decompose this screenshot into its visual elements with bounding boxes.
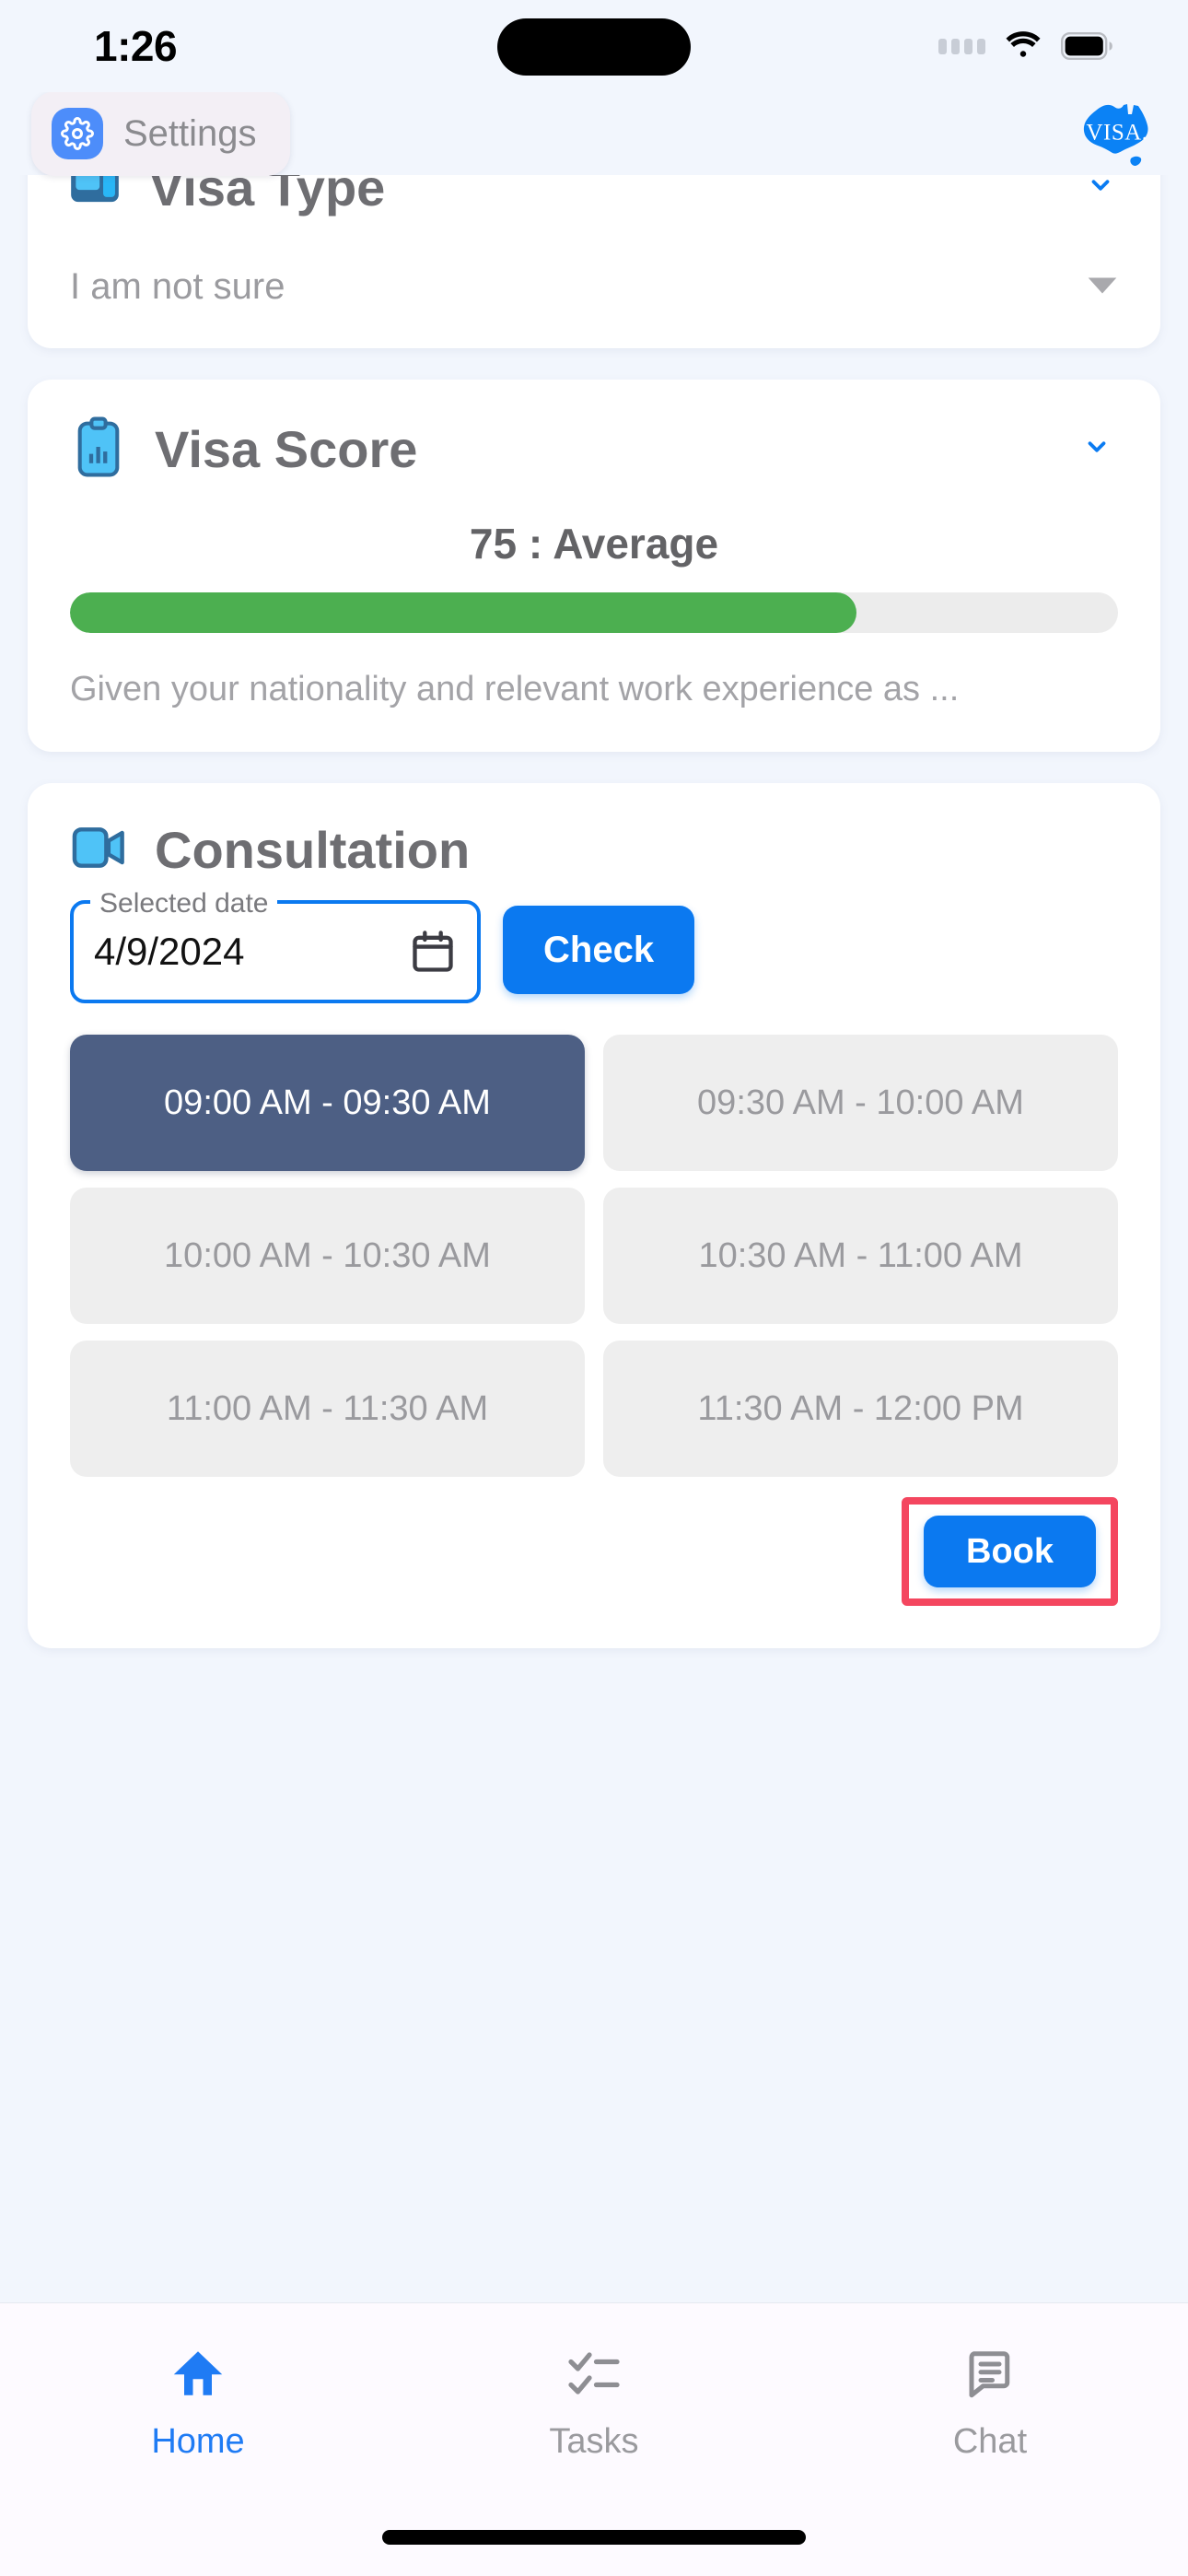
book-button[interactable]: Book xyxy=(924,1516,1096,1587)
selected-date-field[interactable]: Selected date 4/9/2024 xyxy=(70,888,481,1003)
visa-score-header[interactable]: Visa Score xyxy=(70,416,1118,482)
chat-bubble-icon xyxy=(962,2346,1018,2406)
scroll-content[interactable]: Visa Type I am not sure Visa Score 75: … xyxy=(0,175,1188,2303)
consultation-title: Consultation xyxy=(155,821,471,879)
video-camera-icon xyxy=(70,822,129,878)
visa-type-card[interactable]: Visa Type I am not sure xyxy=(28,175,1160,348)
time-slot[interactable]: 09:00 AM - 09:30 AM xyxy=(70,1035,585,1171)
nav-item-tasks[interactable]: Tasks xyxy=(396,2346,792,2462)
visa-type-title: Visa Type xyxy=(149,175,386,217)
nav-label-tasks: Tasks xyxy=(549,2422,639,2461)
consultation-header: Consultation xyxy=(70,820,1118,880)
app-header: Settings VISA. xyxy=(0,91,1188,176)
dynamic-island xyxy=(497,18,691,76)
chevron-down-icon[interactable] xyxy=(1079,175,1122,204)
status-bar: 1:26 xyxy=(0,0,1188,92)
time-slot[interactable]: 10:00 AM - 10:30 AM xyxy=(70,1188,585,1324)
battery-icon xyxy=(1061,32,1114,60)
checklist-icon xyxy=(566,2346,622,2406)
signal-dots-icon xyxy=(938,38,985,54)
nav-item-chat[interactable]: Chat xyxy=(792,2346,1188,2462)
clipboard-chart-icon xyxy=(70,416,127,482)
visa-score-title: Visa Score xyxy=(155,420,418,478)
status-bar-icons xyxy=(938,30,1114,62)
selected-date-label: Selected date xyxy=(90,888,278,919)
visa-score-progress xyxy=(70,592,1118,633)
date-row: Selected date 4/9/2024 Check xyxy=(70,888,1118,1003)
selected-date-value: 4/9/2024 xyxy=(94,930,245,973)
calendar-icon[interactable] xyxy=(409,928,457,976)
home-icon xyxy=(170,2346,226,2406)
time-slot[interactable]: 09:30 AM - 10:00 AM xyxy=(603,1035,1118,1171)
book-button-highlight: Book xyxy=(902,1497,1118,1606)
time-slot[interactable]: 10:30 AM - 11:00 AM xyxy=(603,1188,1118,1324)
home-indicator xyxy=(382,2530,806,2545)
chevron-down-icon[interactable] xyxy=(1076,433,1118,465)
settings-label: Settings xyxy=(123,112,257,154)
gear-icon xyxy=(52,108,103,159)
status-bar-time: 1:26 xyxy=(94,22,178,70)
book-row: Book xyxy=(70,1497,1118,1606)
visa-type-header[interactable]: Visa Type xyxy=(28,175,1160,218)
visa-score-card[interactable]: Visa Score 75 : Average Given your natio… xyxy=(28,380,1160,752)
id-card-icon xyxy=(66,175,123,218)
nav-item-home[interactable]: Home xyxy=(0,2346,396,2462)
logo-text: VISA. xyxy=(1086,120,1148,146)
bottom-navigation[interactable]: Home Tasks Chat xyxy=(0,2303,1188,2576)
australia-visa-logo: VISA. xyxy=(1077,100,1157,168)
time-slot[interactable]: 11:30 AM - 12:00 PM xyxy=(603,1341,1118,1477)
check-button[interactable]: Check xyxy=(503,906,695,994)
wifi-icon xyxy=(1002,30,1044,62)
time-slot[interactable]: 11:00 AM - 11:30 AM xyxy=(70,1341,585,1477)
visa-score-value: 75 : Average xyxy=(469,520,719,568)
visa-score-progress-fill xyxy=(70,592,856,633)
nav-label-chat: Chat xyxy=(952,2422,1028,2461)
visa-score-description: Given your nationality and relevant work… xyxy=(70,670,960,708)
visa-type-value: I am not sure xyxy=(70,266,285,307)
settings-button[interactable]: Settings xyxy=(31,91,290,176)
visa-type-dropdown[interactable]: I am not sure xyxy=(28,266,1160,308)
time-slot-grid[interactable]: 09:00 AM - 09:30 AM 09:30 AM - 10:00 AM 10… xyxy=(70,1035,1118,1477)
consultation-card[interactable]: Consultation Selected date 4/9/2024 Chec… xyxy=(28,783,1160,1648)
nav-label-home: Home xyxy=(151,2422,245,2461)
triangle-down-icon xyxy=(1087,272,1118,303)
